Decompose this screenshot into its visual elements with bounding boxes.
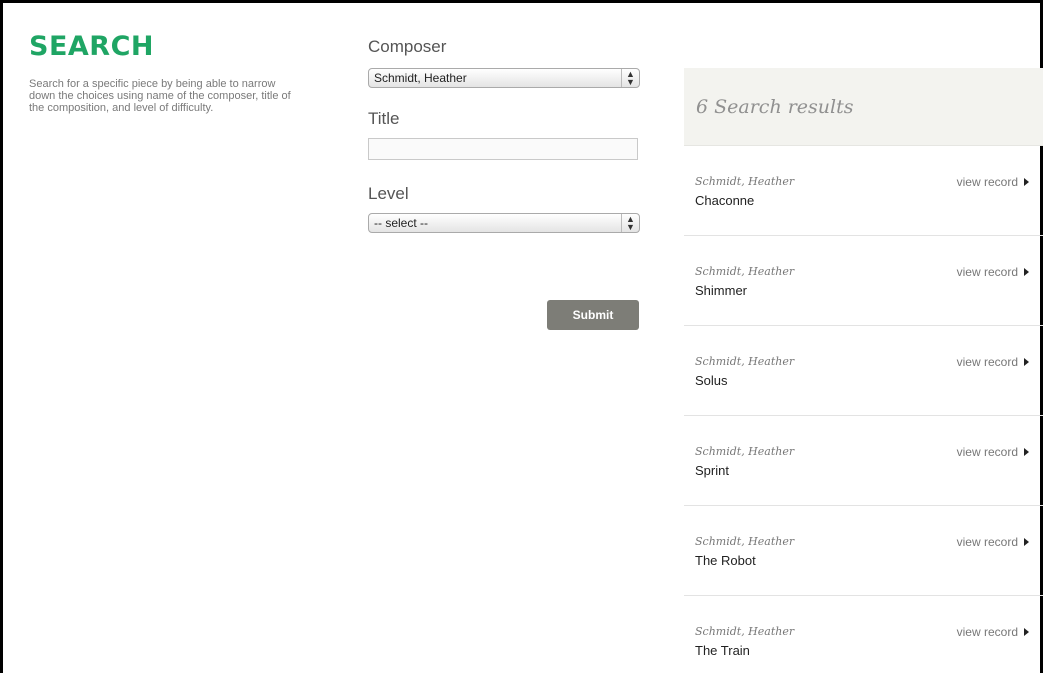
level-label: Level: [368, 184, 409, 203]
result-item: Schmidt, Heather Chaconne view record: [684, 146, 1043, 236]
view-record-link[interactable]: view record: [957, 445, 1029, 459]
view-record-label: view record: [956, 355, 1018, 369]
arrow-right-icon: [1024, 628, 1029, 636]
result-item: Schmidt, Heather Shimmer view record: [684, 236, 1043, 326]
result-item: Schmidt, Heather The Train view record: [684, 596, 1043, 673]
view-record-label: view record: [956, 535, 1018, 549]
select-arrows-icon: ▲ ▼: [621, 69, 639, 87]
level-select[interactable]: -- select -- ▲ ▼: [368, 213, 640, 233]
search-form: Composer Schmidt, Heather ▲ ▼ Title Level…: [368, 36, 640, 330]
view-record-link[interactable]: view record: [957, 355, 1029, 369]
result-title: Shimmer: [695, 283, 748, 298]
arrow-right-icon: [1024, 178, 1029, 186]
arrow-right-icon: [1024, 358, 1029, 366]
view-record-link[interactable]: view record: [957, 265, 1029, 279]
title-label: Title: [368, 109, 400, 128]
result-composer: Schmidt, Heather: [695, 265, 795, 278]
result-item: Schmidt, Heather Solus view record: [684, 326, 1043, 416]
view-record-link[interactable]: view record: [957, 175, 1029, 189]
arrow-right-icon: [1024, 268, 1029, 276]
view-record-label: view record: [956, 265, 1018, 279]
arrow-right-icon: [1024, 538, 1029, 546]
view-record-link[interactable]: view record: [957, 535, 1029, 549]
search-intro: SEARCH Search for a specific piece by be…: [29, 31, 299, 115]
result-composer: Schmidt, Heather: [695, 355, 795, 368]
result-composer: Schmidt, Heather: [695, 535, 795, 548]
result-title: Chaconne: [695, 193, 755, 208]
composer-select-value: Schmidt, Heather: [374, 71, 467, 85]
result-title: The Train: [695, 643, 750, 658]
view-record-link[interactable]: view record: [957, 625, 1029, 639]
composer-label: Composer: [368, 37, 447, 56]
result-composer: Schmidt, Heather: [695, 175, 795, 188]
result-composer: Schmidt, Heather: [695, 625, 795, 638]
view-record-label: view record: [956, 445, 1018, 459]
result-item: Schmidt, Heather The Robot view record: [684, 506, 1043, 596]
result-title: The Robot: [695, 553, 756, 568]
results-panel: 6 Search results Schmidt, Heather Chacon…: [684, 68, 1043, 673]
result-composer: Schmidt, Heather: [695, 445, 795, 458]
title-input[interactable]: [368, 138, 638, 160]
result-title: Sprint: [695, 463, 729, 478]
result-title: Solus: [695, 373, 728, 388]
search-description: Search for a specific piece by being abl…: [29, 78, 291, 114]
arrow-right-icon: [1024, 448, 1029, 456]
select-arrows-icon: ▲ ▼: [621, 214, 639, 232]
results-count: 6 Search results: [696, 95, 854, 118]
view-record-label: view record: [956, 625, 1018, 639]
results-header: 6 Search results: [684, 68, 1043, 146]
view-record-label: view record: [956, 175, 1018, 189]
level-select-value: -- select --: [374, 216, 428, 230]
result-item: Schmidt, Heather Sprint view record: [684, 416, 1043, 506]
composer-select[interactable]: Schmidt, Heather ▲ ▼: [368, 68, 640, 88]
page-title: SEARCH: [29, 31, 154, 62]
submit-button[interactable]: Submit: [547, 300, 639, 330]
